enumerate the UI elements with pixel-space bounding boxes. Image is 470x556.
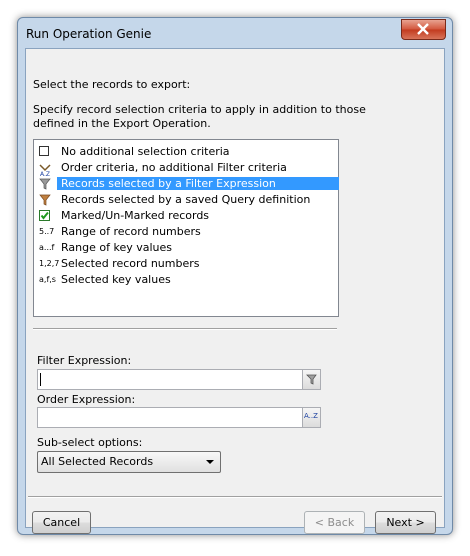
criteria-list[interactable]: No additional selection criteria A.Z Ord… (33, 139, 339, 317)
dialog-window: Run Operation Genie Select the records t… (17, 17, 453, 535)
page-heading: Select the records to export: (33, 78, 191, 91)
filter-expression-label: Filter Expression: (37, 354, 132, 367)
close-icon (417, 23, 429, 35)
list-item-key-range[interactable]: a...f Range of key values (35, 240, 337, 256)
description-line-2: defined in the Export Operation. (33, 117, 211, 130)
list-item-label: Records selected by a saved Query defini… (61, 193, 311, 206)
list-item-filter-expression[interactable]: Records selected by a Filter Expression (35, 176, 339, 192)
title-bar[interactable]: Run Operation Genie (18, 18, 452, 48)
sub-select-dropdown[interactable]: All Selected Records (37, 451, 221, 473)
divider (33, 328, 337, 330)
list-item-record-range[interactable]: 5..7 Range of record numbers (35, 224, 337, 240)
filter-icon (39, 178, 51, 190)
filter-builder-button[interactable] (302, 370, 320, 389)
list-item-label: No additional selection criteria (61, 145, 230, 158)
dialog-client: Select the records to export: Specify re… (25, 48, 445, 534)
order-expression-label: Order Expression: (37, 393, 136, 406)
key-range-icon: a...f (39, 243, 55, 252)
list-item-label: Range of record numbers (61, 225, 201, 238)
window-title: Run Operation Genie (26, 27, 152, 41)
list-item-label: Order criteria, no additional Filter cri… (61, 161, 287, 174)
list-item-label: Marked/Un-Marked records (61, 209, 210, 222)
record-range-icon: 5..7 (39, 227, 55, 236)
sort-az-icon: A.Z (39, 162, 51, 178)
list-item-selected-keys[interactable]: a,f,s Selected key values (35, 272, 337, 288)
list-item-label: Range of key values (61, 241, 172, 254)
list-item-marked-records[interactable]: Marked/Un-Marked records (35, 208, 337, 224)
sub-select-value: All Selected Records (41, 455, 154, 468)
list-item-label: Selected key values (61, 273, 171, 286)
close-button[interactable] (401, 19, 446, 40)
list-item-order-criteria[interactable]: A.Z Order criteria, no additional Filter… (35, 160, 337, 178)
selected-keys-icon: a,f,s (39, 275, 56, 284)
checkbox-empty-icon (39, 146, 51, 158)
selected-numbers-icon: 1,2,7 (39, 259, 60, 268)
sort-az-icon: A..Z (304, 412, 318, 420)
saved-query-filter-icon (39, 194, 51, 206)
filter-icon (306, 374, 317, 385)
cancel-button[interactable]: Cancel (32, 511, 91, 534)
list-item-label: Records selected by a Filter Expression (57, 177, 339, 190)
text-caret (40, 373, 41, 386)
order-builder-button[interactable]: A..Z (302, 408, 320, 427)
next-button[interactable]: Next > (375, 511, 436, 534)
filter-expression-input[interactable] (37, 369, 321, 390)
order-expression-input[interactable]: A..Z (37, 407, 321, 428)
chevron-down-icon (206, 460, 214, 464)
description-line-1: Specify record selection criteria to app… (33, 103, 366, 116)
list-item-saved-query[interactable]: Records selected by a saved Query defini… (35, 192, 337, 208)
list-item-label: Selected record numbers (61, 257, 200, 270)
checkbox-checked-icon (39, 210, 51, 222)
sub-select-label: Sub-select options: (37, 436, 143, 449)
footer-divider (28, 496, 442, 498)
list-item-no-criteria[interactable]: No additional selection criteria (35, 144, 337, 160)
list-item-selected-records[interactable]: 1,2,7 Selected record numbers (35, 256, 337, 272)
back-button[interactable]: < Back (304, 511, 365, 534)
